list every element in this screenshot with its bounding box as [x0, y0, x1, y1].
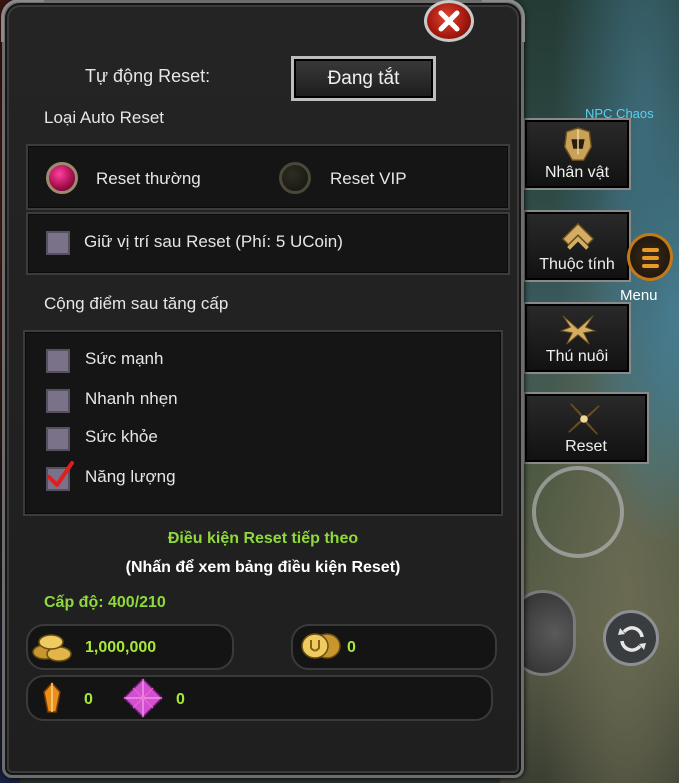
points-heading: Cộng điểm sau tăng cấp	[44, 294, 229, 313]
helmet-icon	[563, 127, 593, 161]
side-menu-pet-label: Thú nuôi	[545, 348, 609, 365]
menu-bar-icon	[642, 248, 659, 252]
next-condition-title[interactable]: Điều kiện Reset tiếp theo	[0, 530, 526, 548]
ucoin-cost-value: 0	[347, 639, 356, 656]
checkmark-icon	[47, 461, 74, 487]
close-button[interactable]	[424, 0, 474, 42]
side-menu-reset-button[interactable]: Reset	[523, 392, 649, 464]
refresh-button[interactable]	[603, 610, 659, 666]
radio-reset-normal-label[interactable]: Reset thường	[96, 169, 201, 189]
side-menu-character-label: Nhân vật	[544, 164, 610, 181]
vitality-label[interactable]: Sức khỏe	[85, 427, 158, 447]
strength-checkbox[interactable]	[46, 349, 70, 373]
side-menu-stats-button[interactable]: Thuộc tính	[523, 210, 631, 282]
jewel-cost-pill	[26, 675, 493, 721]
wings-icon	[559, 315, 597, 345]
keep-position-checkbox[interactable]	[46, 231, 70, 255]
strength-label[interactable]: Sức mạnh	[85, 349, 163, 369]
radio-reset-normal[interactable]	[46, 162, 78, 194]
next-condition-subtitle[interactable]: (Nhấn để xem bảng điều kiện Reset)	[0, 559, 526, 577]
refresh-icon	[618, 626, 646, 652]
vitality-checkbox[interactable]	[46, 427, 70, 451]
energy-label[interactable]: Năng lượng	[85, 467, 176, 487]
side-menu-character-button[interactable]: Nhân vật	[523, 118, 631, 190]
orange-gem-value: 0	[84, 691, 93, 708]
main-menu-button[interactable]	[627, 233, 673, 281]
zen-cost-value: 1,000,000	[85, 639, 157, 656]
reset-type-heading: Loại Auto Reset	[44, 108, 165, 127]
main-menu-label: Menu	[620, 287, 658, 304]
frame-corner-ornament	[1, 0, 44, 42]
pink-jewel-value: 0	[176, 691, 185, 708]
reset-blades-icon	[568, 403, 600, 435]
pink-jewel-icon	[122, 677, 164, 719]
menu-bar-icon	[642, 256, 659, 260]
keep-position-label[interactable]: Giữ vị trí sau Reset (Phí: 5 UCoin)	[84, 232, 343, 252]
level-requirement: Cấp độ: 400/210	[44, 594, 166, 611]
chevron-up-icon	[561, 222, 595, 250]
side-menu-stats-label: Thuộc tính	[539, 256, 615, 273]
auto-reset-label: Tự động Reset:	[85, 66, 211, 86]
radio-reset-vip-label[interactable]: Reset VIP	[330, 169, 407, 189]
joystick-ring[interactable]	[532, 466, 624, 558]
auto-reset-toggle-button[interactable]: Đang tắt	[291, 56, 436, 101]
orange-gem-icon	[43, 682, 61, 713]
menu-bar-icon	[642, 264, 659, 268]
ucoin-icon	[301, 633, 341, 659]
side-menu-pet-button[interactable]: Thú nuôi	[523, 302, 631, 374]
close-icon	[438, 10, 460, 32]
gold-coins-icon	[32, 634, 72, 662]
side-menu-reset-label: Reset	[565, 438, 607, 455]
radio-reset-vip[interactable]	[279, 162, 311, 194]
agility-label[interactable]: Nhanh nhẹn	[85, 389, 178, 409]
agility-checkbox[interactable]	[46, 389, 70, 413]
frame-corner-ornament	[482, 0, 525, 42]
